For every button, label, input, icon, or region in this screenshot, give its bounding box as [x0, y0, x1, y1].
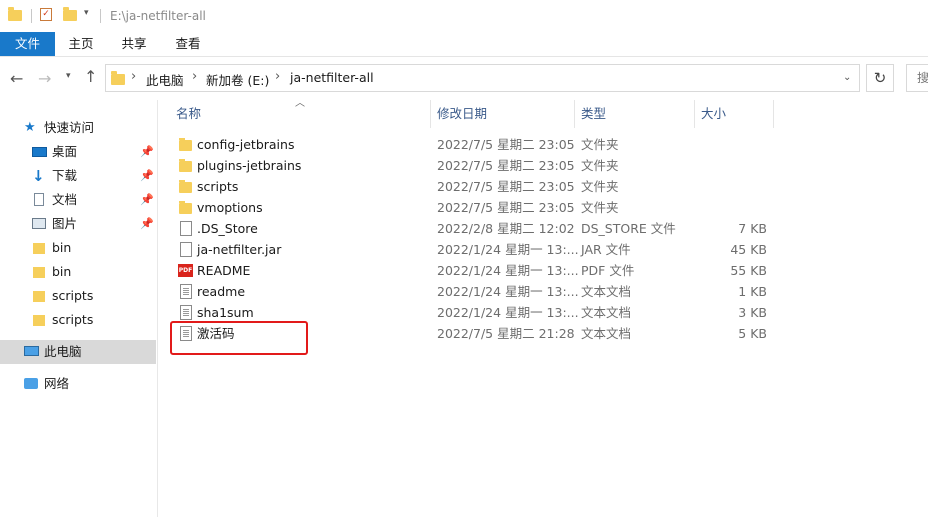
file-row[interactable]: vmoptions 2022/7/5 星期二 23:05 文件夹	[168, 197, 778, 218]
back-arrow-icon[interactable]: ←	[10, 69, 23, 88]
folder-icon	[111, 71, 125, 85]
search-input[interactable]: 搜	[906, 64, 928, 92]
pin-icon: 📌	[140, 193, 154, 206]
folder-icon	[33, 267, 45, 278]
nav-item-documents[interactable]: 文档 📌	[0, 188, 156, 212]
new-folder-icon[interactable]	[63, 7, 77, 21]
folder-icon	[179, 201, 192, 214]
folder-icon	[179, 159, 192, 172]
file-row[interactable]: config-jetbrains 2022/7/5 星期二 23:05 文件夹	[168, 134, 778, 155]
folder-icon	[8, 7, 22, 21]
pin-icon: 📌	[140, 217, 154, 230]
folder-icon	[33, 315, 45, 326]
separator	[31, 9, 32, 23]
file-row[interactable]: ja-netfilter.jar 2022/1/24 星期一 13:... JA…	[168, 239, 778, 260]
properties-icon[interactable]: ✓	[40, 8, 52, 21]
nav-item-this-pc[interactable]: 此电脑	[0, 340, 156, 364]
tab-home[interactable]: 主页	[62, 32, 100, 56]
breadcrumb-separator-icon[interactable]: ›	[131, 69, 136, 84]
column-separator[interactable]	[574, 100, 575, 128]
file-icon	[180, 221, 192, 236]
file-row[interactable]: scripts 2022/7/5 星期二 23:05 文件夹	[168, 176, 778, 197]
star-icon: ★	[24, 120, 36, 135]
folder-icon	[33, 243, 45, 254]
text-file-icon	[180, 284, 192, 299]
column-header-type[interactable]: 类型	[581, 104, 681, 124]
column-separator[interactable]	[430, 100, 431, 128]
breadcrumb-separator-icon[interactable]: ›	[275, 69, 280, 84]
nav-item-network[interactable]: 网络	[0, 372, 156, 396]
nav-item-scripts[interactable]: scripts	[0, 284, 156, 308]
nav-item-quick-access[interactable]: ★ 快速访问	[0, 116, 156, 140]
tab-file[interactable]: 文件	[0, 32, 55, 56]
document-icon	[34, 193, 44, 206]
address-dropdown-icon[interactable]: ⌄	[843, 72, 851, 83]
folder-icon	[33, 291, 45, 302]
recent-locations-chevron-icon[interactable]: ▾	[66, 71, 71, 81]
highlight-box	[170, 321, 308, 355]
computer-icon	[24, 346, 39, 356]
column-separator[interactable]	[694, 100, 695, 128]
nav-item-bin[interactable]: bin	[0, 260, 156, 284]
column-header-date[interactable]: 修改日期	[437, 104, 567, 124]
customize-toolbar-icon[interactable]: ▾	[84, 8, 89, 18]
file-row[interactable]: .DS_Store 2022/2/8 星期二 12:02 DS_STORE 文件…	[168, 218, 778, 239]
tab-share[interactable]: 共享	[114, 32, 154, 56]
file-row[interactable]: readme 2022/1/24 星期一 13:... 文本文档 1 KB	[168, 281, 778, 302]
up-arrow-icon[interactable]: ↑	[84, 67, 97, 86]
column-header-name[interactable]: 名称	[176, 104, 426, 124]
desktop-icon	[32, 147, 47, 157]
breadcrumb-this-pc[interactable]: 此电脑	[146, 70, 184, 89]
folder-icon	[179, 180, 192, 193]
picture-icon	[32, 218, 46, 229]
nav-item-downloads[interactable]: ↓ 下载 📌	[0, 164, 156, 188]
nav-item-pictures[interactable]: 图片 📌	[0, 212, 156, 236]
refresh-icon[interactable]: ↻	[866, 64, 894, 92]
breadcrumb-separator-icon[interactable]: ›	[192, 69, 197, 84]
nav-item-bin[interactable]: bin	[0, 236, 156, 260]
breadcrumb-current-folder[interactable]: ja-netfilter-all	[290, 70, 374, 85]
nav-item-desktop[interactable]: 桌面 📌	[0, 140, 156, 164]
tab-view[interactable]: 查看	[168, 32, 208, 56]
column-header-size[interactable]: 大小	[701, 104, 761, 124]
text-file-icon	[180, 305, 192, 320]
pdf-icon: PDF	[178, 264, 193, 277]
breadcrumb-drive-e[interactable]: 新加卷 (E:)	[206, 70, 269, 89]
network-icon	[24, 378, 38, 389]
window-title: E:\ja-netfilter-all	[110, 9, 206, 23]
pin-icon: 📌	[140, 145, 154, 158]
forward-arrow-icon[interactable]: →	[38, 69, 51, 88]
file-row[interactable]: sha1sum 2022/1/24 星期一 13:... 文本文档 3 KB	[168, 302, 778, 323]
title-bar: ✓ ▾ E:\ja-netfilter-all	[0, 0, 928, 32]
folder-icon	[179, 138, 192, 151]
file-row[interactable]: plugins-jetbrains 2022/7/5 星期二 23:05 文件夹	[168, 155, 778, 176]
file-row[interactable]: PDF README 2022/1/24 星期一 13:... PDF 文件 5…	[168, 260, 778, 281]
separator	[100, 9, 101, 23]
file-icon	[180, 242, 192, 257]
pin-icon: 📌	[140, 169, 154, 182]
download-icon: ↓	[32, 167, 45, 185]
nav-item-scripts[interactable]: scripts	[0, 308, 156, 332]
column-separator[interactable]	[773, 100, 774, 128]
